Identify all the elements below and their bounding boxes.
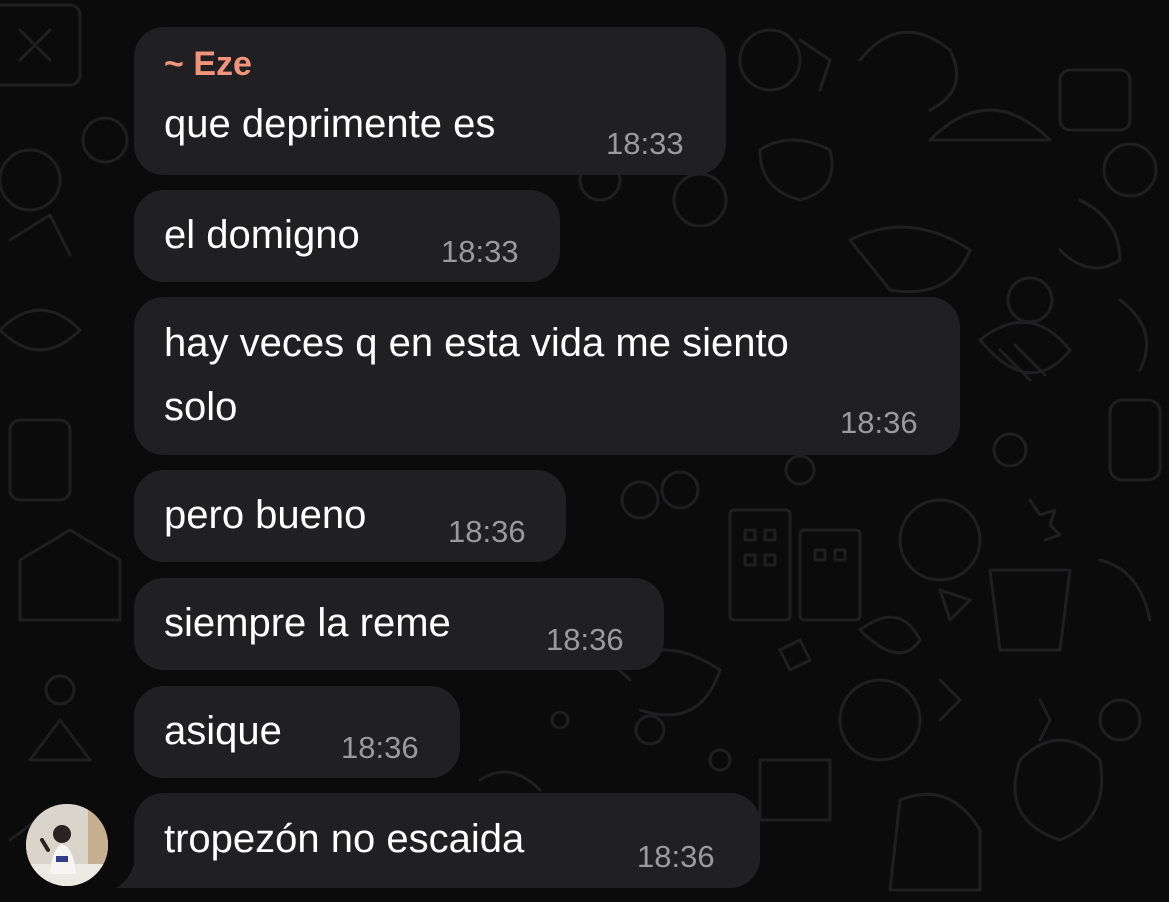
message-text: tropezón no escaida bbox=[164, 817, 525, 861]
message-bubble[interactable]: siempre la reme 18:36 bbox=[134, 578, 664, 670]
message-text: hay veces q en esta vida me siento bbox=[164, 321, 789, 365]
message-time: 18:36 bbox=[840, 405, 918, 440]
message-time: 18:36 bbox=[341, 730, 419, 765]
message-time: 18:33 bbox=[441, 234, 519, 269]
message-bubble[interactable]: asique 18:36 bbox=[134, 686, 460, 778]
message-time: 18:36 bbox=[546, 622, 624, 657]
message-bubble[interactable]: hay veces q en esta vida me siento solo … bbox=[134, 297, 960, 455]
message-bubble[interactable]: tropezón no escaida 18:36 bbox=[134, 793, 760, 888]
message-bubble[interactable]: pero bueno 18:36 bbox=[134, 470, 566, 562]
message-time: 18:36 bbox=[637, 839, 715, 874]
message-bubble[interactable]: ~ Eze que deprimente es 18:33 bbox=[134, 27, 726, 175]
message-time: 18:36 bbox=[448, 514, 526, 549]
avatar-photo bbox=[26, 804, 108, 886]
message-time: 18:33 bbox=[606, 126, 684, 161]
sender-avatar[interactable] bbox=[26, 804, 108, 886]
message-text: siempre la reme bbox=[164, 601, 451, 645]
sender-name-text: Eze bbox=[193, 45, 252, 83]
message-text: que deprimente es bbox=[164, 102, 496, 146]
message-text: asique bbox=[164, 709, 282, 753]
tilde-glyph: ~ bbox=[164, 45, 194, 83]
sender-name[interactable]: ~ Eze bbox=[164, 45, 252, 84]
message-bubble[interactable]: el domigno 18:33 bbox=[134, 190, 560, 282]
message-text: el domigno bbox=[164, 213, 360, 257]
message-text: pero bueno bbox=[164, 493, 367, 537]
message-text-line2: solo bbox=[164, 385, 238, 429]
